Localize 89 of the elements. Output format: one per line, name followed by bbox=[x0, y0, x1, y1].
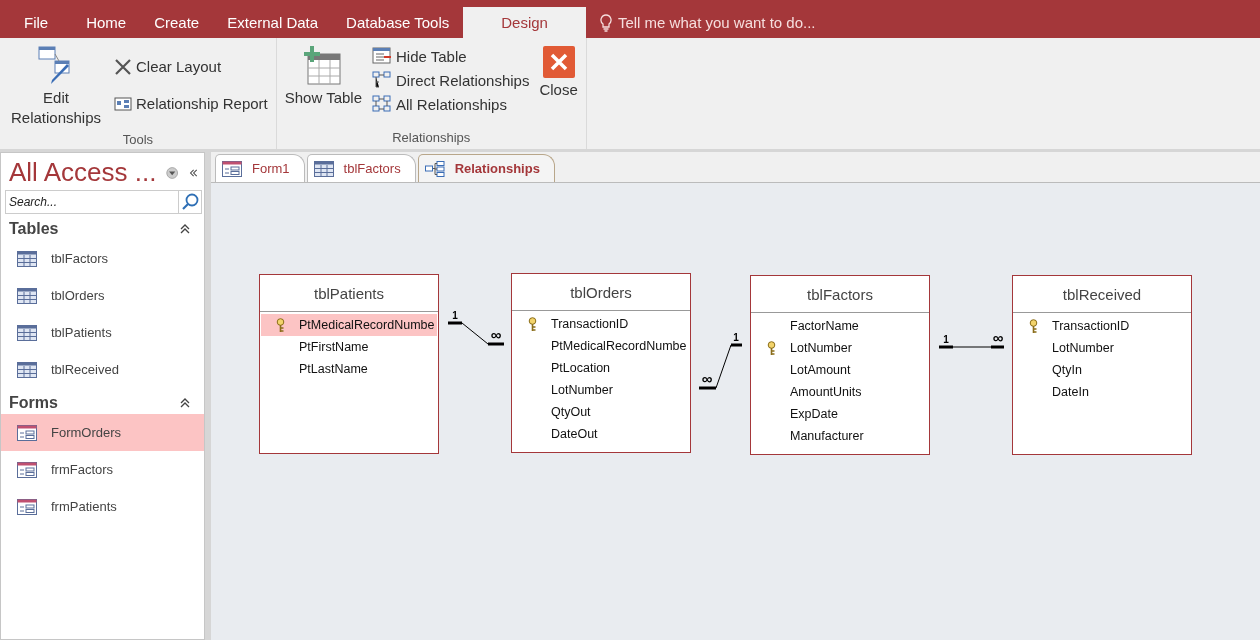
table-title: tblOrders bbox=[512, 274, 690, 311]
search-field[interactable]: Search... bbox=[5, 190, 179, 214]
field-row[interactable]: LotAmount bbox=[752, 359, 928, 381]
relationship-line[interactable] bbox=[448, 321, 504, 346]
ribbon-tab[interactable]: Create bbox=[140, 7, 214, 38]
form-icon bbox=[17, 498, 37, 515]
hide-table-icon bbox=[372, 47, 393, 65]
field-row[interactable]: ExpDate bbox=[752, 403, 928, 425]
table-icon bbox=[17, 361, 37, 378]
field-row[interactable]: AmountUnits bbox=[752, 381, 928, 403]
ribbon-button[interactable]: Direct Relationships bbox=[370, 68, 532, 92]
cardinality-label: ∞ bbox=[992, 329, 1004, 346]
table-title: tblFactors bbox=[751, 276, 929, 313]
table-title: tblPatients bbox=[260, 275, 438, 312]
table-box[interactable]: tblReceived TransactionID LotNumber QtyIn DateIn bbox=[1012, 275, 1192, 455]
filter-icon[interactable] bbox=[166, 164, 179, 181]
document-tab[interactable]: tblFactors bbox=[306, 154, 416, 182]
ribbon-button[interactable]: Show Table bbox=[282, 42, 365, 130]
field-row[interactable]: DateIn bbox=[1014, 381, 1190, 403]
ribbon-tab[interactable]: File bbox=[0, 7, 73, 38]
tell-me-field[interactable]: Tell me what you want to do... bbox=[617, 14, 858, 31]
form-icon bbox=[17, 461, 37, 478]
ribbon-button[interactable]: Relationship Report bbox=[112, 92, 270, 116]
table-title: tblReceived bbox=[1013, 276, 1191, 313]
cardinality-label: 1 bbox=[943, 334, 949, 345]
add-table-icon bbox=[304, 46, 343, 86]
x-icon bbox=[114, 57, 132, 76]
collapse-section-icon[interactable] bbox=[180, 224, 190, 234]
nav-item[interactable]: tblFactors bbox=[1, 240, 204, 277]
field-row[interactable]: QtyIn bbox=[1014, 359, 1190, 381]
lightbulb-icon bbox=[599, 13, 612, 32]
ribbon-tab[interactable]: Home bbox=[72, 7, 141, 38]
all-relationships-icon bbox=[372, 95, 393, 113]
field-row[interactable]: TransactionID bbox=[513, 313, 689, 335]
field-row[interactable]: PtFirstName bbox=[261, 336, 437, 358]
table-icon bbox=[17, 250, 37, 267]
field-row[interactable]: PtMedicalRecordNumbe bbox=[513, 335, 689, 357]
ribbon-button[interactable]: Close bbox=[537, 42, 580, 130]
field-row[interactable]: QtyOut bbox=[513, 401, 689, 423]
table-icon bbox=[17, 287, 37, 304]
field-row[interactable]: LotNumber bbox=[1014, 337, 1190, 359]
form-icon bbox=[222, 160, 242, 177]
nav-item[interactable]: tblOrders bbox=[1, 277, 204, 314]
document-tab[interactable]: Relationships bbox=[417, 154, 555, 182]
nav-pane-title: All Access ... bbox=[9, 157, 157, 188]
field-row[interactable]: LotNumber bbox=[752, 337, 928, 359]
cardinality-label: ∞ bbox=[490, 326, 502, 343]
relationships-icon bbox=[424, 160, 445, 177]
nav-item[interactable]: frmPatients bbox=[1, 488, 204, 525]
ribbon-button[interactable]: Edit Relationships bbox=[6, 42, 106, 132]
ribbon-button[interactable]: All Relationships bbox=[370, 92, 532, 116]
close-icon bbox=[542, 46, 575, 78]
cardinality-label: 1 bbox=[452, 310, 458, 321]
field-row[interactable]: PtMedicalRecordNumbe bbox=[261, 314, 437, 336]
field-row[interactable]: PtLocation bbox=[513, 357, 689, 379]
ribbon-button[interactable]: Clear Layout bbox=[112, 54, 270, 79]
report-icon bbox=[114, 95, 132, 112]
group-label: Relationships bbox=[391, 130, 472, 147]
nav-item[interactable]: tblReceived bbox=[1, 351, 204, 388]
field-row[interactable]: Manufacturer bbox=[752, 425, 928, 447]
nav-item[interactable]: FormOrders bbox=[1, 414, 204, 451]
ribbon-tab[interactable]: External Data bbox=[213, 7, 333, 38]
cardinality-label: 1 bbox=[733, 332, 739, 343]
table-box[interactable]: tblPatients PtMedicalRecordNumbe PtFirstName PtLastName bbox=[259, 274, 439, 454]
table-icon bbox=[17, 324, 37, 341]
field-row[interactable]: PtLastName bbox=[261, 358, 437, 380]
document-tab[interactable]: Form1 bbox=[215, 154, 305, 182]
field-row[interactable]: DateOut bbox=[513, 423, 689, 445]
nav-item[interactable]: tblPatients bbox=[1, 314, 204, 351]
collapse-section-icon[interactable] bbox=[180, 398, 190, 408]
field-row[interactable]: LotNumber bbox=[513, 379, 689, 401]
direct-relationships-icon bbox=[372, 71, 393, 89]
relationship-line[interactable] bbox=[699, 343, 742, 390]
field-row[interactable]: FactorName bbox=[752, 315, 928, 337]
ribbon-tab[interactable]: Design bbox=[463, 7, 586, 38]
table-icon bbox=[313, 160, 334, 177]
form-icon bbox=[17, 424, 37, 441]
table-box[interactable]: tblFactors FactorName LotNumber LotAmount AmountUnits ExpDate Manufacturer bbox=[750, 275, 930, 455]
cardinality-label: ∞ bbox=[701, 370, 713, 387]
relationship-line[interactable] bbox=[939, 345, 1004, 349]
section-header: Tables bbox=[9, 220, 59, 238]
search-icon bbox=[179, 190, 202, 214]
section-header: Forms bbox=[9, 394, 58, 412]
table-box[interactable]: tblOrders TransactionID PtMedicalRecordNumbe PtLocation LotNumber QtyOut DateOut bbox=[511, 273, 691, 453]
ribbon-tab[interactable]: Database Tools bbox=[332, 7, 464, 38]
field-row[interactable]: TransactionID bbox=[1014, 315, 1190, 337]
nav-item[interactable]: frmFactors bbox=[1, 451, 204, 488]
ribbon-button[interactable]: Hide Table bbox=[370, 44, 532, 68]
group-label: Tools bbox=[121, 132, 155, 149]
